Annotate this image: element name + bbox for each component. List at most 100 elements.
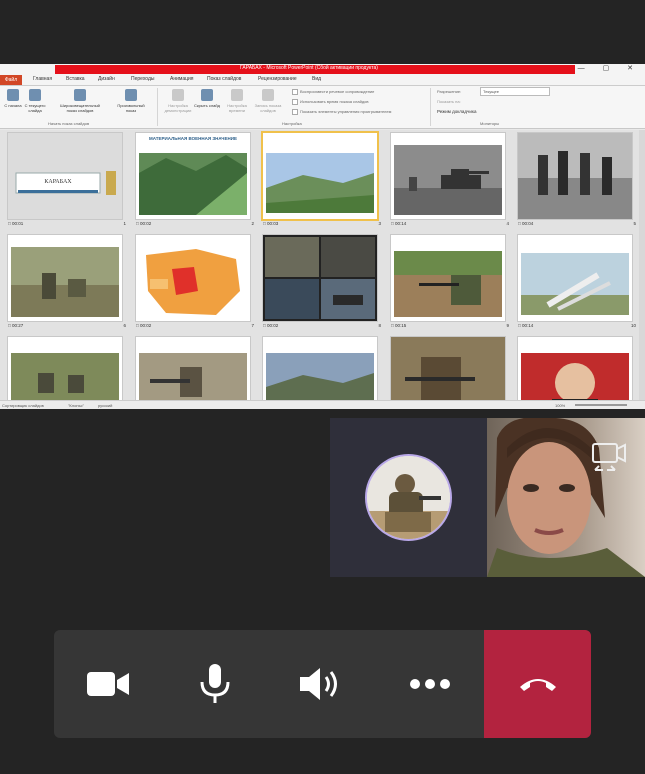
slide-meta: □ 00:27 6: [8, 323, 126, 331]
slide-meta: □ 00:02 8: [263, 323, 381, 331]
checkbox-media-controls[interactable]: Показать элементы управления проигрывате…: [292, 109, 391, 115]
slide-timing: □ 00:14: [518, 323, 534, 328]
speaker-icon: [299, 668, 337, 700]
slide-meta: □ 00:01 1: [8, 221, 126, 229]
slide-thumbnail[interactable]: [518, 133, 632, 219]
slide-preview-image: [8, 337, 122, 409]
ribbon-tabs: Файл Главная Вставка Дизайн Переходы Ани…: [0, 75, 645, 86]
ribbon-separator: [157, 88, 158, 126]
slide-thumbnail[interactable]: [8, 235, 122, 321]
resolution-select[interactable]: Текущее: [480, 87, 550, 96]
slide-thumbnail[interactable]: [391, 133, 505, 219]
tab-design[interactable]: Дизайн: [98, 76, 115, 82]
vertical-scrollbar[interactable]: [639, 130, 645, 400]
tab-file[interactable]: Файл: [0, 75, 22, 85]
timer-icon: [231, 89, 243, 101]
slide-number: 8: [378, 323, 381, 328]
slide-timing: □ 00:03: [263, 221, 279, 226]
slide-thumbnail[interactable]: [8, 337, 122, 409]
checkbox-narrations[interactable]: Воспроизвести речевое сопровождение: [292, 89, 374, 95]
slide-thumbnail[interactable]: [518, 337, 632, 409]
broadcast-button[interactable]: Широковещательный показ слайдов: [58, 89, 102, 113]
slide-preview-image: [263, 235, 377, 321]
end-call-icon: [519, 679, 556, 691]
slide-thumbnail[interactable]: [518, 235, 632, 321]
group-label-start: Начать показ слайдов: [48, 121, 90, 126]
slide-number: 5: [633, 221, 636, 226]
slide-preview-image: [518, 133, 632, 219]
tab-review[interactable]: Рецензирование: [258, 76, 297, 82]
tab-slideshow[interactable]: Показ слайдов: [207, 76, 241, 82]
call-controls-bar: [54, 630, 591, 738]
window-title: ГАРАБАХ - Microsoft PowerPoint (Сбой акт…: [240, 65, 378, 71]
slide-preview-image: [518, 235, 632, 321]
slide-sorter-grid: КАРАБАХ □ 00:01 1 МАТЕРИАЛЬНАЯ ВОЕННАЯ ЗНАЧ…: [0, 130, 640, 409]
window-titlebar: ГАРАБАХ - Microsoft PowerPoint (Сбой акт…: [0, 64, 645, 75]
checkbox-timings[interactable]: Использовать время показа слайдов: [292, 99, 369, 105]
slide-timing: □ 00:02: [136, 323, 152, 328]
slide-thumbnail[interactable]: [136, 337, 250, 409]
slide-number: 10: [630, 323, 636, 328]
slide-thumbnail[interactable]: МАТЕРИАЛЬНАЯ ВОЕННАЯ ЗНАЧЕНИЕ: [136, 133, 250, 219]
setup-show-button[interactable]: Настройка демонстрации: [163, 89, 193, 113]
camera-button[interactable]: [54, 630, 161, 738]
presenter-view-checkbox[interactable]: Режим докладчика: [437, 109, 476, 114]
slide-preview-image: [263, 133, 377, 219]
slide-preview-image: [8, 235, 122, 321]
camera-icon: [86, 672, 129, 696]
slide-thumbnail[interactable]: [263, 235, 377, 321]
tab-transitions[interactable]: Переходы: [131, 76, 154, 82]
slide-preview-image: [263, 337, 377, 409]
slide-meta: □ 00:03 3: [263, 221, 381, 229]
rehearse-timings-button[interactable]: Настройка времени: [222, 89, 252, 113]
tab-home[interactable]: Главная: [33, 76, 52, 82]
zoom-slider[interactable]: [575, 404, 627, 406]
slide-thumbnail[interactable]: [263, 337, 377, 409]
slide-timing: □ 00:14: [391, 221, 407, 226]
tab-insert[interactable]: Вставка: [66, 76, 85, 82]
slide-number: 2: [251, 221, 254, 226]
status-theme: "Клоньс": [68, 403, 85, 408]
tab-animation[interactable]: Анимация: [170, 76, 193, 82]
hide-slide-button[interactable]: Скрыть слайд: [194, 89, 220, 108]
record-show-button[interactable]: Запись показа слайдов: [253, 89, 283, 113]
more-options-button[interactable]: [376, 630, 483, 738]
slide-timing: □ 00:01: [8, 221, 24, 226]
show-on-label: Показать на:: [437, 99, 461, 104]
slide-thumbnail[interactable]: [391, 235, 505, 321]
slide-number: 9: [506, 323, 509, 328]
microphone-icon: [200, 664, 229, 703]
microphone-button[interactable]: [161, 630, 268, 738]
slide-thumbnail[interactable]: КАРАБАХ: [8, 133, 122, 219]
slide-thumbnail[interactable]: [391, 337, 505, 409]
play-current-icon: [29, 89, 41, 101]
group-label-monitors: Мониторы: [480, 121, 500, 126]
switch-camera-icon[interactable]: [591, 440, 627, 472]
group-label-setup: Настройка: [282, 121, 302, 126]
custom-show-icon: [125, 89, 137, 101]
slide-number: 3: [378, 221, 381, 226]
slide-title-text: МАТЕРИАЛЬНАЯ ВОЕННАЯ ЗНАЧЕНИЕ: [149, 136, 237, 141]
slide-number: 4: [506, 221, 509, 226]
slide-thumbnail[interactable]: [136, 235, 250, 321]
custom-show-button[interactable]: Произвольный показ: [112, 89, 150, 113]
broadcast-icon: [74, 89, 86, 101]
window-controls[interactable]: — ▢ ✕: [578, 64, 641, 72]
slide-meta: □ 00:14 4: [391, 221, 509, 229]
soldier-avatar-image: [367, 456, 450, 539]
slide-number: 1: [123, 221, 126, 226]
slide-meta: □ 00:14 10: [518, 323, 636, 331]
end-call-button[interactable]: [484, 630, 591, 738]
slide-number: 7: [251, 323, 254, 328]
setup-icon: [172, 89, 184, 101]
participant-video[interactable]: [487, 418, 645, 577]
slide-preview-image: [136, 133, 250, 219]
hide-slide-icon: [201, 89, 213, 101]
speaker-button[interactable]: [268, 630, 375, 738]
slide-meta: □ 00:02 7: [136, 323, 254, 331]
tab-view[interactable]: Вид: [312, 76, 321, 82]
slide-thumbnail[interactable]: [263, 133, 377, 219]
participant-avatar: [367, 456, 450, 539]
shared-screen: ГАРАБАХ - Microsoft PowerPoint (Сбой акт…: [0, 64, 645, 409]
from-current-button[interactable]: С текущего слайда: [22, 89, 48, 113]
